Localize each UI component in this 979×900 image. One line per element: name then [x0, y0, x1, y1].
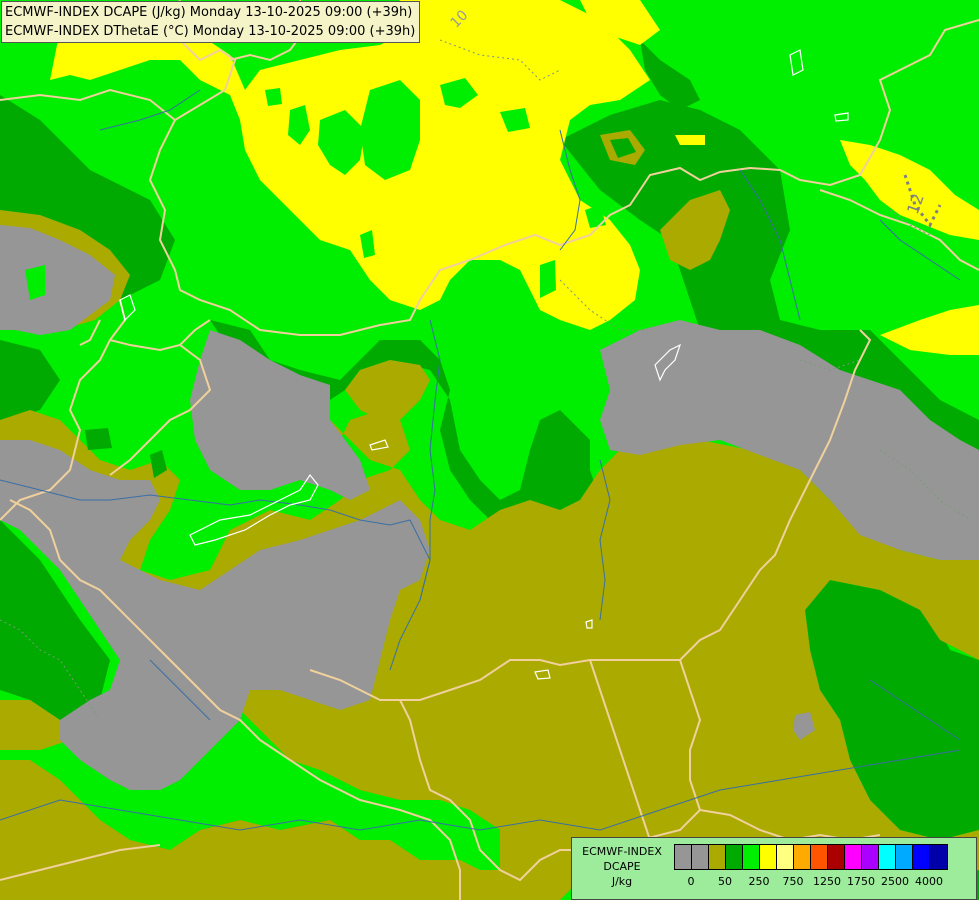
legend-tick-label: 50: [718, 875, 732, 888]
legend-swatch: [828, 845, 845, 869]
dcape-map: 10 12: [0, 0, 979, 900]
legend-tick-label: 1250: [813, 875, 841, 888]
legend-swatch: [777, 845, 794, 869]
legend-tick-label: 250: [748, 875, 770, 888]
legend-unit: J/kg: [611, 875, 633, 888]
legend-swatch: [811, 845, 828, 869]
legend-model: ECMWF-INDEX: [582, 845, 662, 858]
legend-swatch: [709, 845, 726, 869]
legend-swatch: [862, 845, 879, 869]
legend-tick-label: 750: [782, 875, 804, 888]
legend-swatch: [794, 845, 811, 869]
legend-ticks: 0 50 250 750 1250 1750 2500 4000: [674, 875, 974, 889]
legend-swatch: [675, 845, 692, 869]
legend-tick-label: 2500: [881, 875, 909, 888]
legend-swatch: [930, 845, 947, 869]
legend-param: DCAPE: [603, 860, 641, 873]
legend-swatch: [726, 845, 743, 869]
legend-swatch: [760, 845, 777, 869]
legend-tick-label: 0: [687, 875, 695, 888]
legend-swatch: [743, 845, 760, 869]
legend-swatch: [692, 845, 709, 869]
legend-swatch: [845, 845, 862, 869]
map-title: ECMWF-INDEX DCAPE (J/kg) Monday 13-10-20…: [1, 1, 421, 43]
legend-swatch: [896, 845, 913, 869]
color-legend: ECMWF-INDEX DCAPE J/kg 0 50 250 750 1250 1750…: [571, 837, 977, 900]
title-line-dcape: ECMWF-INDEX DCAPE (J/kg) Monday 13-10-20…: [5, 5, 413, 20]
legend-tick-label: 4000: [915, 875, 943, 888]
legend-swatch: [879, 845, 896, 869]
title-line-dthetae: ECMWF-INDEX DThetaE (°C) Monday 13-10-20…: [5, 24, 416, 39]
legend-label: ECMWF-INDEX DCAPE J/kg: [572, 838, 672, 889]
legend-swatch: [913, 845, 930, 869]
legend-swatches: [674, 844, 948, 870]
legend-tick-label: 1750: [847, 875, 875, 888]
